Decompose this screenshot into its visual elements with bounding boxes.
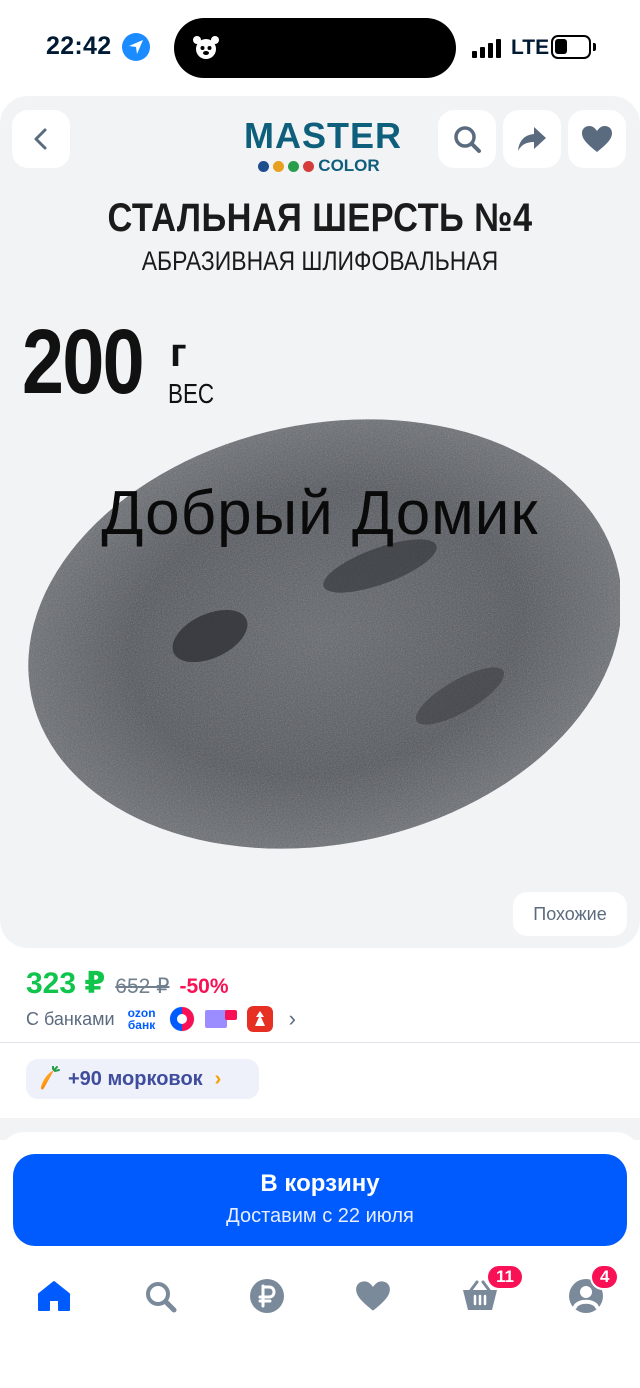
signal-bars-icon xyxy=(472,38,506,58)
status-bar: 22:42 LTE xyxy=(0,0,640,96)
steel-wool-image xyxy=(28,419,620,849)
banks-label: С банками xyxy=(26,1008,115,1029)
heart-icon xyxy=(356,1281,390,1311)
add-to-cart-button[interactable]: В корзину Доставим с 22 июля xyxy=(13,1154,627,1246)
home-icon xyxy=(38,1281,70,1311)
tab-search[interactable] xyxy=(138,1274,182,1318)
brand-logo-bottom: COLOR xyxy=(244,156,394,176)
product-image[interactable]: MASTER COLOR СТАЛЬНАЯ ШЕРСТЬ №4 АБРАЗИВН… xyxy=(0,96,640,948)
tab-cart[interactable]: 11 xyxy=(458,1264,524,1318)
search-icon xyxy=(454,126,481,153)
battery-tip xyxy=(593,43,596,51)
tab-finance[interactable] xyxy=(245,1274,289,1318)
bottom-panel: В корзину Доставим с 22 июля xyxy=(0,1132,640,1388)
product-gallery[interactable]: MASTER COLOR СТАЛЬНАЯ ШЕРСТЬ №4 АБРАЗИВН… xyxy=(0,96,640,948)
add-to-cart-label: В корзину xyxy=(260,1170,380,1197)
chevron-left-icon xyxy=(34,128,47,150)
price-row: 323 ₽ 652 ₽ -50% xyxy=(26,966,229,1001)
network-type: LTE xyxy=(511,36,550,59)
brand-logo-color-text: COLOR xyxy=(318,156,380,175)
weight-unit: г xyxy=(170,331,187,375)
tab-home[interactable] xyxy=(32,1274,76,1318)
delivery-date-label: Доставим с 22 июля xyxy=(226,1205,414,1227)
tab-profile[interactable]: 4 xyxy=(564,1264,620,1318)
product-image-title: СТАЛЬНАЯ ШЕРСТЬ №4 xyxy=(107,196,533,240)
profile-notification-badge: 4 xyxy=(590,1264,620,1290)
dynamic-island xyxy=(174,18,456,78)
location-arrow-icon xyxy=(122,33,150,61)
brand-logo-top: MASTER xyxy=(244,115,402,156)
similar-button[interactable]: Похожие xyxy=(513,892,627,936)
weight-label: ВЕС xyxy=(168,378,215,409)
bank-logo-icon xyxy=(169,1006,195,1032)
tab-favorites[interactable] xyxy=(351,1274,395,1318)
watermark-text: Добрый Домик xyxy=(101,479,539,548)
price-current: 323 ₽ xyxy=(26,967,106,1000)
divider xyxy=(0,1042,640,1043)
status-time: 22:42 xyxy=(46,32,112,60)
product-image-subtitle: АБРАЗИВНАЯ ШЛИФОВАЛЬНАЯ xyxy=(141,246,499,276)
tab-bar: 11 4 xyxy=(0,1264,640,1326)
price-old: 652 ₽ xyxy=(115,975,170,998)
carrot-icon xyxy=(41,1066,60,1090)
search-button[interactable] xyxy=(438,110,496,168)
cart-count-badge: 11 xyxy=(486,1264,524,1290)
chevron-right-icon: › xyxy=(288,1006,296,1031)
share-button[interactable] xyxy=(503,110,561,168)
app-activity-icon xyxy=(193,36,219,59)
search-icon xyxy=(146,1282,177,1313)
carrot-bonus-badge[interactable]: +90 морковок › xyxy=(26,1059,259,1099)
share-arrow-icon xyxy=(518,127,546,151)
battery-icon xyxy=(551,35,591,59)
favorite-button[interactable] xyxy=(568,110,626,168)
heart-icon xyxy=(582,126,612,152)
bank-brand-icon xyxy=(246,1006,273,1032)
brand-logo: MASTER COLOR xyxy=(244,115,402,180)
price-block: 323 ₽ 652 ₽ -50% С банками ozon банк › +… xyxy=(0,948,640,1118)
carrot-bonus-label: +90 морковок xyxy=(68,1067,203,1090)
ruble-icon xyxy=(250,1279,284,1313)
back-button[interactable] xyxy=(12,110,70,168)
weight-value: 200 xyxy=(22,311,145,413)
price-discount: -50% xyxy=(179,975,229,998)
bank-offers-row[interactable]: С банками ozon банк › xyxy=(26,1006,296,1032)
ozon-bank-logo: ozon банк xyxy=(127,1006,156,1032)
bank-card-icon xyxy=(204,1010,237,1028)
chevron-right-icon: › xyxy=(214,1067,222,1090)
